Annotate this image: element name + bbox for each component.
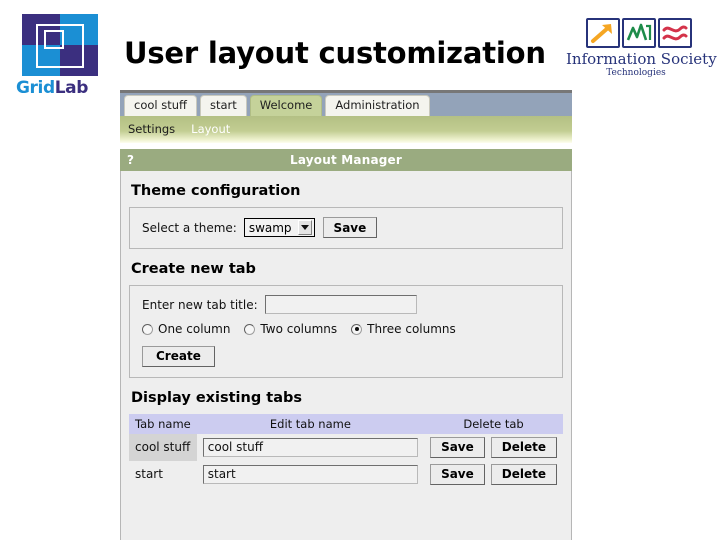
- row-actions-cool-stuff: Save Delete: [424, 434, 563, 461]
- radio-option-two-columns[interactable]: Two columns: [244, 323, 337, 335]
- radio-one-column-icon: [142, 323, 153, 335]
- row-tab-name-cool-stuff: cool stuff: [129, 433, 197, 461]
- new-tab-title-row: Enter new tab title:: [142, 295, 550, 314]
- save-button-cool-stuff[interactable]: Save: [430, 436, 485, 458]
- portal-tab-strip: cool stuff start Welcome Administration: [120, 90, 572, 116]
- column-layout-radio-group: One column Two columns Three columns: [142, 323, 550, 335]
- portal-subnav: Settings Layout: [120, 116, 572, 143]
- portlet-body: Theme configuration Select a theme: swam…: [120, 171, 572, 540]
- row-actions-start: Save Delete: [424, 461, 563, 488]
- portal-tab-administration[interactable]: Administration: [325, 95, 430, 116]
- delete-button-start[interactable]: Delete: [490, 463, 557, 485]
- gridlab-frame-inner: [44, 30, 64, 49]
- slide-canvas: GridLab Information Society Technologies…: [0, 0, 720, 540]
- theme-select-value: swamp: [248, 220, 292, 235]
- display-section-heading: Display existing tabs: [131, 389, 302, 406]
- create-button-row: Create: [142, 345, 550, 367]
- chevron-down-icon: [297, 220, 312, 235]
- save-button-start[interactable]: Save: [430, 463, 485, 485]
- row-edit-cell-start: start: [197, 461, 424, 488]
- row-edit-cell-cool-stuff: cool stuff: [197, 434, 424, 461]
- radio-three-columns-icon: [351, 323, 363, 335]
- ist-icon-row: [572, 18, 706, 48]
- gridlab-wordmark-lab: Lab: [54, 78, 89, 98]
- radio-two-columns-icon: [244, 323, 256, 335]
- theme-row: Select a theme: swamp Save: [142, 217, 550, 238]
- radio-three-columns-label: Three columns: [367, 322, 456, 336]
- table-row: cool stuff cool stuff Save Delete: [129, 433, 563, 461]
- line-chart-icon: [622, 18, 656, 48]
- gridlab-logo: GridLab: [16, 14, 108, 100]
- information-society-technologies-logo: Information Society Technologies: [566, 18, 717, 90]
- ist-caption-primary: Information Society: [566, 50, 717, 68]
- column-header-tab-name: Tab name: [129, 413, 197, 434]
- help-icon[interactable]: ?: [127, 154, 134, 166]
- table-row: start start Save Delete: [129, 461, 563, 488]
- column-header-edit-tab-name: Edit tab name: [196, 413, 425, 434]
- gridlab-grid-mark: [22, 14, 98, 76]
- portlet-title: Layout Manager: [289, 153, 403, 167]
- theme-select-label: Select a theme:: [142, 220, 237, 235]
- new-tab-title-label: Enter new tab title:: [142, 297, 258, 312]
- radio-two-columns-label: Two columns: [260, 322, 338, 336]
- edit-tab-name-input-start[interactable]: start: [202, 464, 419, 484]
- portal-tab-cool-stuff[interactable]: cool stuff: [124, 95, 197, 116]
- gridlab-wordmark-grid: Grid: [16, 78, 55, 98]
- page-title: User layout customization: [124, 36, 546, 70]
- theme-save-button[interactable]: Save: [322, 217, 378, 238]
- column-header-delete-tab: Delete tab: [424, 413, 563, 434]
- radio-option-three-columns[interactable]: Three columns: [351, 323, 456, 335]
- subnav-item-settings[interactable]: Settings: [128, 123, 175, 136]
- edit-tab-name-input-cool-stuff[interactable]: cool stuff: [202, 437, 419, 457]
- theme-section-heading: Theme configuration: [131, 183, 301, 199]
- new-tab-title-input[interactable]: [264, 295, 417, 314]
- portal-screenshot: cool stuff start Welcome Administration …: [120, 90, 572, 540]
- row-tab-name-start: start: [135, 467, 163, 481]
- theme-section-box: Select a theme: swamp Save: [129, 207, 563, 249]
- table-header-row: Tab name Edit tab name Delete tab: [129, 413, 563, 434]
- portal-tab-start[interactable]: start: [199, 95, 247, 116]
- radio-option-one-column[interactable]: One column: [142, 323, 230, 335]
- wave-lines-icon: [658, 18, 692, 48]
- ist-caption-secondary: Technologies: [606, 68, 666, 78]
- existing-tabs-table: Tab name Edit tab name Delete tab cool s…: [129, 413, 563, 488]
- gridlab-wordmark: GridLab: [16, 79, 108, 98]
- delete-button-cool-stuff[interactable]: Delete: [490, 436, 557, 458]
- radio-one-column-label: One column: [158, 322, 231, 336]
- portal-tab-welcome[interactable]: Welcome: [249, 95, 323, 116]
- portlet-title-bar: ? Layout Manager: [120, 149, 572, 171]
- create-section-box: Enter new tab title: One column Two colu…: [129, 285, 563, 378]
- subnav-item-layout[interactable]: Layout: [191, 123, 230, 136]
- theme-select[interactable]: swamp: [243, 218, 315, 237]
- create-section-heading: Create new tab: [131, 261, 256, 277]
- create-tab-button[interactable]: Create: [142, 345, 215, 367]
- arrow-up-right-icon: [586, 18, 620, 48]
